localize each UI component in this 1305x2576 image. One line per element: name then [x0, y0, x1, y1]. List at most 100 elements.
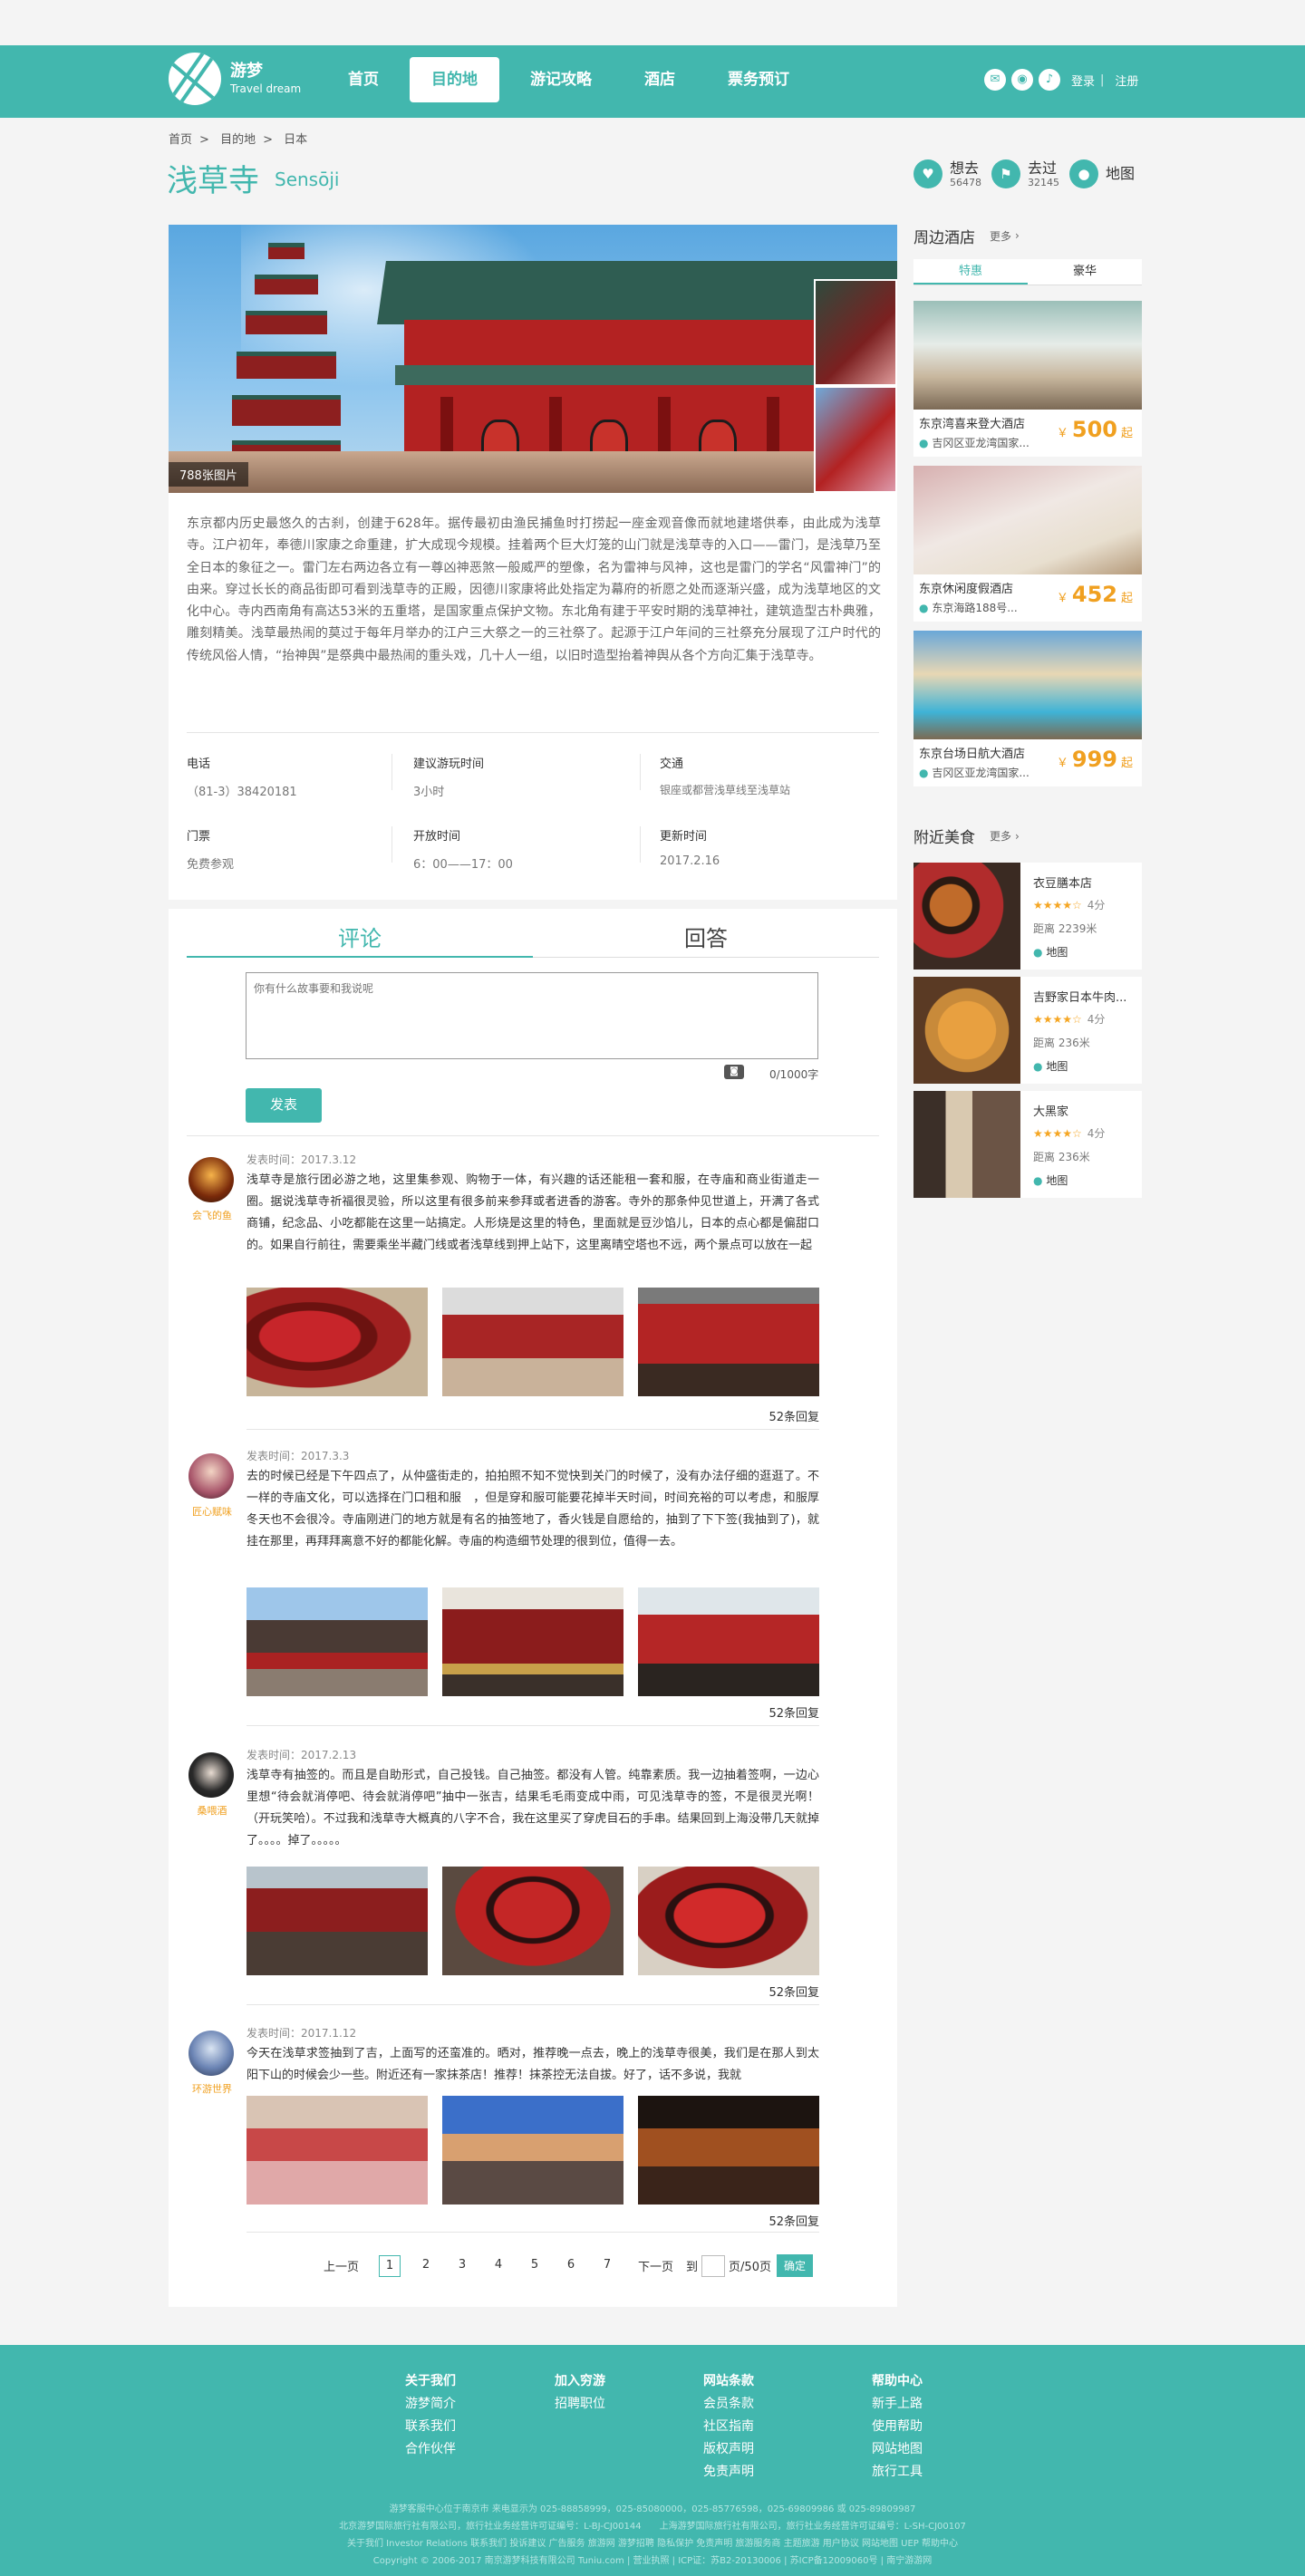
next-page[interactable]: 下一页 — [638, 2257, 673, 2274]
footer-link[interactable]: 招聘职位 — [555, 2393, 605, 2416]
review-photo[interactable] — [246, 2096, 428, 2205]
review-photo[interactable] — [442, 1288, 624, 1396]
review-username[interactable]: 匠心赋味 — [187, 1504, 237, 1519]
review-photo[interactable] — [442, 1587, 624, 1696]
gallery-thumbnail[interactable] — [814, 279, 897, 386]
hotel-card[interactable]: 东京台场日航大酒店 ● 吉冈区亚龙湾国家... ￥ 999 起 — [914, 631, 1142, 786]
food-map-link[interactable]: ● 地图 — [1033, 1058, 1068, 1074]
page-7[interactable]: 7 — [596, 2255, 618, 2277]
wechat-icon[interactable]: ✉ — [984, 69, 1006, 91]
nav-tickets[interactable]: 票务预订 — [706, 57, 811, 102]
review-replies-link[interactable]: 52条回复 — [768, 1703, 819, 1721]
tab-luxury[interactable]: 豪华 — [1028, 259, 1142, 285]
food-photo — [914, 977, 1020, 1084]
camera-icon[interactable]: ◙ — [724, 1065, 744, 1079]
footer-link[interactable]: 联系我们 — [405, 2416, 456, 2438]
hero-photo[interactable]: 788张图片 — [169, 225, 897, 493]
avatar[interactable] — [188, 2031, 234, 2076]
food-card[interactable]: 吉野家日本牛肉... ★★★★☆ 4分 距离 236米 ● 地图 — [914, 977, 1142, 1084]
register-link[interactable]: 注册 — [1115, 72, 1138, 89]
review-replies-link[interactable]: 52条回复 — [768, 2212, 819, 2229]
nav-travel-guides[interactable]: 游记攻略 — [508, 57, 614, 102]
hotel-photo — [914, 301, 1142, 410]
page-subtitle: Sensōji — [275, 169, 340, 190]
footer-link[interactable]: 新手上路 — [872, 2393, 923, 2416]
map-button[interactable]: ● 地图 — [1069, 159, 1135, 188]
review-photo[interactable] — [442, 2096, 624, 2205]
weibo-icon[interactable]: ◉ — [1011, 69, 1033, 91]
hotel-card[interactable]: 东京湾喜来登大酒店 ● 吉冈区亚龙湾国家... ￥ 500 起 — [914, 301, 1142, 457]
page-2[interactable]: 2 — [415, 2255, 437, 2277]
nav-home[interactable]: 首页 — [326, 57, 401, 102]
avatar[interactable] — [188, 1453, 234, 1499]
tab-answers[interactable]: 回答 — [533, 920, 879, 958]
review-replies-link[interactable]: 52条回复 — [768, 1983, 819, 2000]
breadcrumb-home[interactable]: 首页 — [169, 133, 192, 147]
page-5[interactable]: 5 — [524, 2255, 546, 2277]
footer-link[interactable]: 免责声明 — [703, 2461, 754, 2484]
review-time: 发表时间：2017.1.12 — [246, 2027, 357, 2040]
comment-panel: 评论 回答 ◙ 0/1000字 发表 会飞的鱼 发表时间：2017.3.12 浅… — [169, 909, 897, 2307]
food-card[interactable]: 大黑家 ★★★★☆ 4分 距离 236米 ● 地图 — [914, 1091, 1142, 1198]
nav-hotels[interactable]: 酒店 — [623, 57, 697, 102]
review-photo[interactable] — [246, 1288, 428, 1396]
login-link[interactable]: 登录 — [1071, 72, 1095, 89]
review-username[interactable]: 会飞的鱼 — [187, 1208, 237, 1222]
review-photo[interactable] — [442, 1867, 624, 1975]
post-button[interactable]: 发表 — [246, 1088, 322, 1123]
food-map-link[interactable]: ● 地图 — [1033, 944, 1068, 960]
photo-count-badge[interactable]: 788张图片 — [169, 462, 248, 487]
header: 游梦 Travel dream 首页 目的地 游记攻略 酒店 票务预订 ✉ ◉ … — [0, 45, 1305, 118]
page-6[interactable]: 6 — [560, 2255, 582, 2277]
gallery-thumbnail[interactable] — [814, 386, 897, 493]
page-jump-input[interactable] — [701, 2254, 726, 2277]
logo[interactable]: 游梦 Travel dream — [169, 53, 301, 105]
avatar[interactable] — [188, 1752, 234, 1798]
prev-page[interactable]: 上一页 — [324, 2257, 359, 2274]
food-more-link[interactable]: 更多 — [990, 828, 1011, 844]
breadcrumb-japan[interactable]: 日本 — [284, 133, 307, 147]
page-1[interactable]: 1 — [379, 2254, 401, 2277]
info-duration: 建议游玩时间 3小时 — [413, 757, 485, 799]
review-username[interactable]: 桑喂酒 — [187, 1803, 237, 1818]
footer-link[interactable]: 社区指南 — [703, 2416, 754, 2438]
hotels-more-link[interactable]: 更多 — [990, 228, 1011, 244]
map-pin-icon: ● — [919, 437, 929, 449]
been-there-button[interactable]: ⚑ 去过 32145 — [991, 159, 1059, 188]
want-to-go-button[interactable]: ♥ 想去 56478 — [914, 159, 981, 188]
tab-comments[interactable]: 评论 — [187, 920, 533, 958]
breadcrumb-destination[interactable]: 目的地 — [220, 133, 256, 147]
food-map-link[interactable]: ● 地图 — [1033, 1172, 1068, 1188]
tab-deals[interactable]: 特惠 — [914, 259, 1028, 285]
footer-link[interactable]: 游梦简介 — [405, 2393, 456, 2416]
chevron-right-icon[interactable]: › — [1015, 229, 1020, 242]
info-updated: 更新时间 2017.2.16 — [660, 830, 720, 868]
review-username[interactable]: 环游世界 — [187, 2081, 237, 2096]
review-replies-link[interactable]: 52条回复 — [768, 1407, 819, 1424]
footer-link[interactable]: 旅行工具 — [872, 2461, 923, 2484]
food-card[interactable]: 衣豆膳本店 ★★★★☆ 4分 距离 2239米 ● 地图 — [914, 863, 1142, 970]
chevron-right-icon[interactable]: › — [1015, 830, 1020, 843]
review-photo[interactable] — [638, 1288, 819, 1396]
nav-destination[interactable]: 目的地 — [410, 57, 499, 102]
comment-input[interactable] — [246, 972, 818, 1059]
logo-tagline: Travel dream — [230, 82, 302, 95]
footer-link[interactable]: 使用帮助 — [872, 2416, 923, 2438]
footer-link[interactable]: 合作伙伴 — [405, 2438, 456, 2461]
hotel-card[interactable]: 东京休闲度假酒店 ● 东京海路188号... ￥ 452 起 — [914, 466, 1142, 622]
page-4[interactable]: 4 — [488, 2255, 509, 2277]
footer-link[interactable]: 会员条款 — [703, 2393, 754, 2416]
footer-link[interactable]: 版权声明 — [703, 2438, 754, 2461]
review-photo[interactable] — [638, 1867, 819, 1975]
review-text: 今天在浅草求签抽到了吉，上面写的还蛮准的。晒对，推荐晚一点去，晚上的浅草寺很美，… — [246, 2047, 819, 2082]
review-photo[interactable] — [638, 2096, 819, 2205]
page-3[interactable]: 3 — [451, 2255, 473, 2277]
review-photo[interactable] — [638, 1587, 819, 1696]
been-count: 32145 — [1028, 176, 1059, 188]
footer-link[interactable]: 网站地图 — [872, 2438, 923, 2461]
page-confirm-button[interactable]: 确定 — [776, 2254, 813, 2277]
avatar[interactable] — [188, 1157, 234, 1202]
review-photo[interactable] — [246, 1587, 428, 1696]
bell-icon[interactable]: ♪ — [1039, 69, 1060, 91]
review-photo[interactable] — [246, 1867, 428, 1975]
